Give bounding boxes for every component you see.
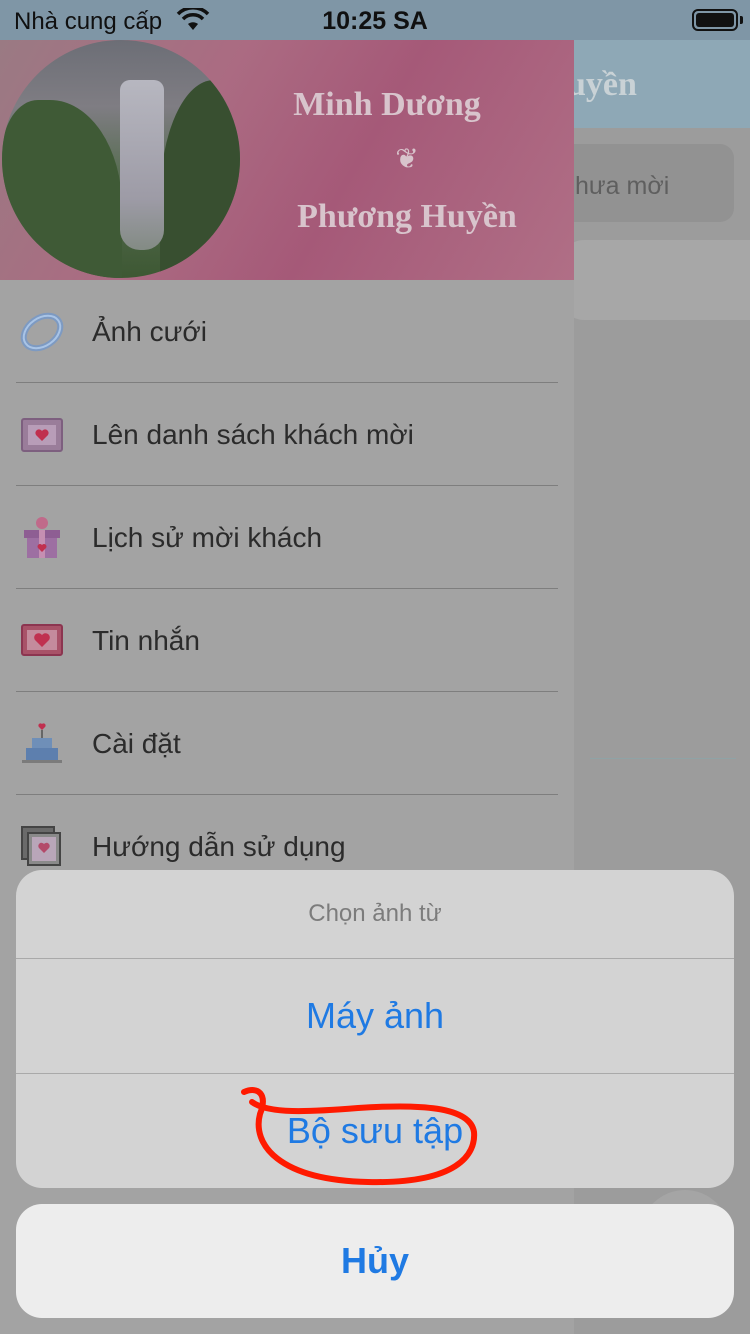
background-tab-label: hưa mời bbox=[575, 172, 670, 200]
groom-name: Minh Dương bbox=[293, 86, 481, 123]
background-header-title: uyền bbox=[567, 66, 637, 103]
action-sheet-title: Chọn ảnh từ bbox=[308, 900, 442, 927]
menu-item-label: Ảnh cưới bbox=[92, 316, 207, 347]
camera-button[interactable]: Máy ảnh bbox=[16, 959, 734, 1073]
background-divider bbox=[590, 758, 736, 759]
menu-item-label: Lên danh sách khách mời bbox=[92, 419, 414, 450]
menu-item-guest-list[interactable]: Lên danh sách khách mời bbox=[0, 383, 574, 486]
drawer-header: Minh Dương ❦ Phương Huyền bbox=[0, 40, 574, 280]
menu-item-label: Lịch sử mời khách bbox=[92, 522, 323, 553]
background-search-bar bbox=[560, 240, 750, 320]
menu-item-invitation-history[interactable]: Lịch sử mời khách bbox=[0, 486, 574, 589]
ring-icon bbox=[18, 308, 66, 354]
cliff-shape bbox=[160, 80, 240, 278]
cancel-button[interactable]: Hủy bbox=[16, 1204, 734, 1318]
menu-item-messages[interactable]: Tin nhắn bbox=[0, 589, 574, 692]
gift-box-icon bbox=[18, 514, 66, 560]
waterfall-shape bbox=[120, 80, 164, 250]
battery-icon bbox=[692, 9, 738, 31]
envelope-heart-icon bbox=[18, 411, 66, 457]
avatar[interactable] bbox=[2, 40, 240, 278]
cliff-shape bbox=[2, 100, 122, 278]
battery-terminal bbox=[740, 16, 743, 24]
menu-item-label: Cài đặt bbox=[92, 728, 181, 759]
photo-frames-icon bbox=[18, 823, 66, 869]
action-sheet: Chọn ảnh từ Máy ảnh Bộ sưu tập bbox=[16, 870, 734, 1188]
photo-library-button[interactable]: Bộ sưu tập bbox=[16, 1074, 734, 1188]
menu-item-label: Tin nhắn bbox=[92, 625, 200, 656]
cake-icon bbox=[18, 720, 66, 766]
menu-item-settings[interactable]: Cài đặt bbox=[0, 692, 574, 795]
status-bar: Nhà cung cấp 10:25 SA bbox=[0, 0, 750, 40]
menu-item-wedding-photos[interactable]: Ảnh cưới bbox=[0, 280, 574, 383]
message-heart-icon bbox=[18, 617, 66, 663]
menu-item-label: Hướng dẫn sử dụng bbox=[92, 831, 346, 862]
bride-name: Phương Huyền bbox=[297, 198, 517, 235]
status-time: 10:25 SA bbox=[322, 7, 428, 35]
heart-ornament-icon: ❦ bbox=[395, 142, 419, 175]
